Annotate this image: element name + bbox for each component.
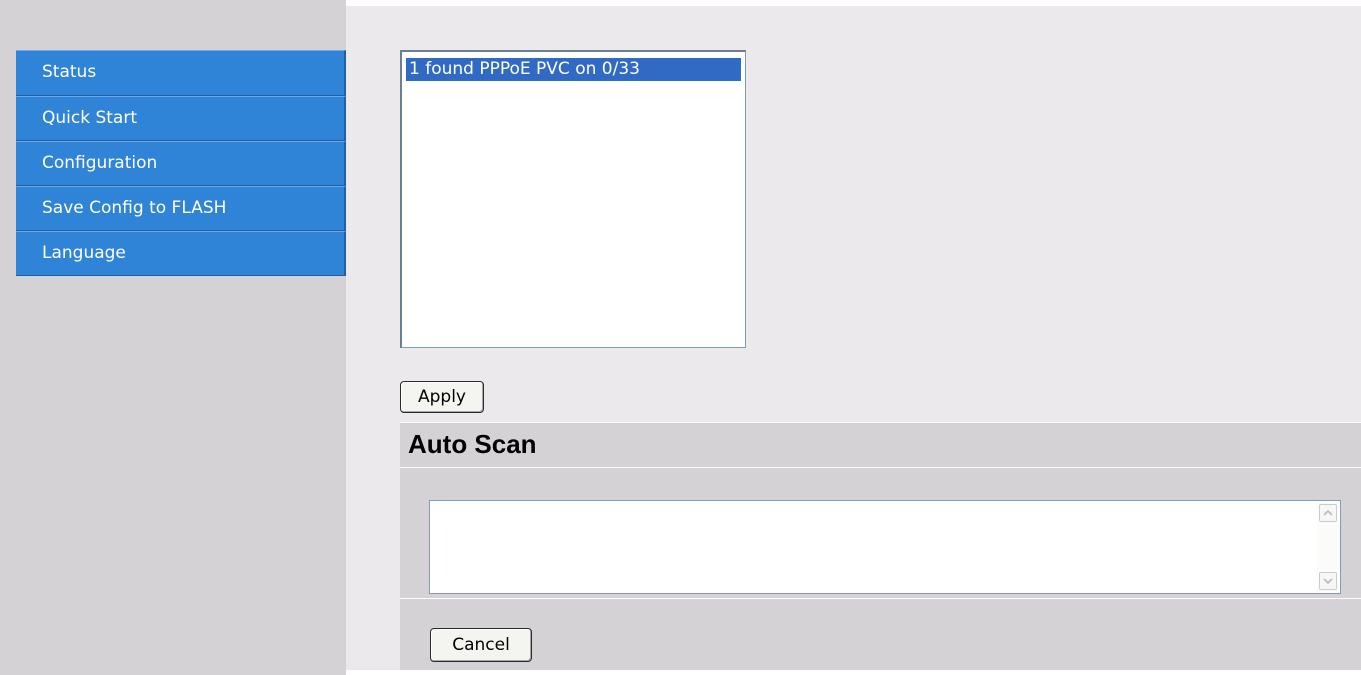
sidebar-item-status[interactable]: Status <box>16 50 346 96</box>
cancel-button[interactable]: Cancel <box>430 628 532 662</box>
sidebar-item-quick-start[interactable]: Quick Start <box>16 96 346 141</box>
auto-scan-log-textarea[interactable] <box>429 500 1341 594</box>
sidebar-item-language[interactable]: Language <box>16 231 346 276</box>
apply-button[interactable]: Apply <box>400 381 484 413</box>
sidebar-item-save-config[interactable]: Save Config to FLASH <box>16 186 346 231</box>
pvc-listbox[interactable]: 1 found PPPoE PVC on 0/33 <box>400 50 746 348</box>
sidebar: Status Quick Start Configuration Save Co… <box>0 0 346 675</box>
sidebar-nav: Status Quick Start Configuration Save Co… <box>16 50 346 276</box>
pvc-list-option[interactable]: 1 found PPPoE PVC on 0/33 <box>406 58 741 81</box>
auto-scan-header: Auto Scan <box>400 422 1361 468</box>
section-divider <box>400 598 1361 599</box>
page: Status Quick Start Configuration Save Co… <box>0 0 1361 675</box>
main-content: 1 found PPPoE PVC on 0/33 Apply Auto Sca… <box>346 0 1361 675</box>
textarea-scrollbar[interactable] <box>1317 502 1339 592</box>
top-strip <box>346 0 1361 6</box>
chevron-down-icon[interactable] <box>1319 572 1337 590</box>
chevron-up-icon[interactable] <box>1319 504 1337 522</box>
auto-scan-title: Auto Scan <box>408 429 537 459</box>
sidebar-item-configuration[interactable]: Configuration <box>16 141 346 186</box>
bottom-strip <box>346 670 1361 675</box>
auto-scan-section: Auto Scan Cancel <box>400 422 1361 670</box>
